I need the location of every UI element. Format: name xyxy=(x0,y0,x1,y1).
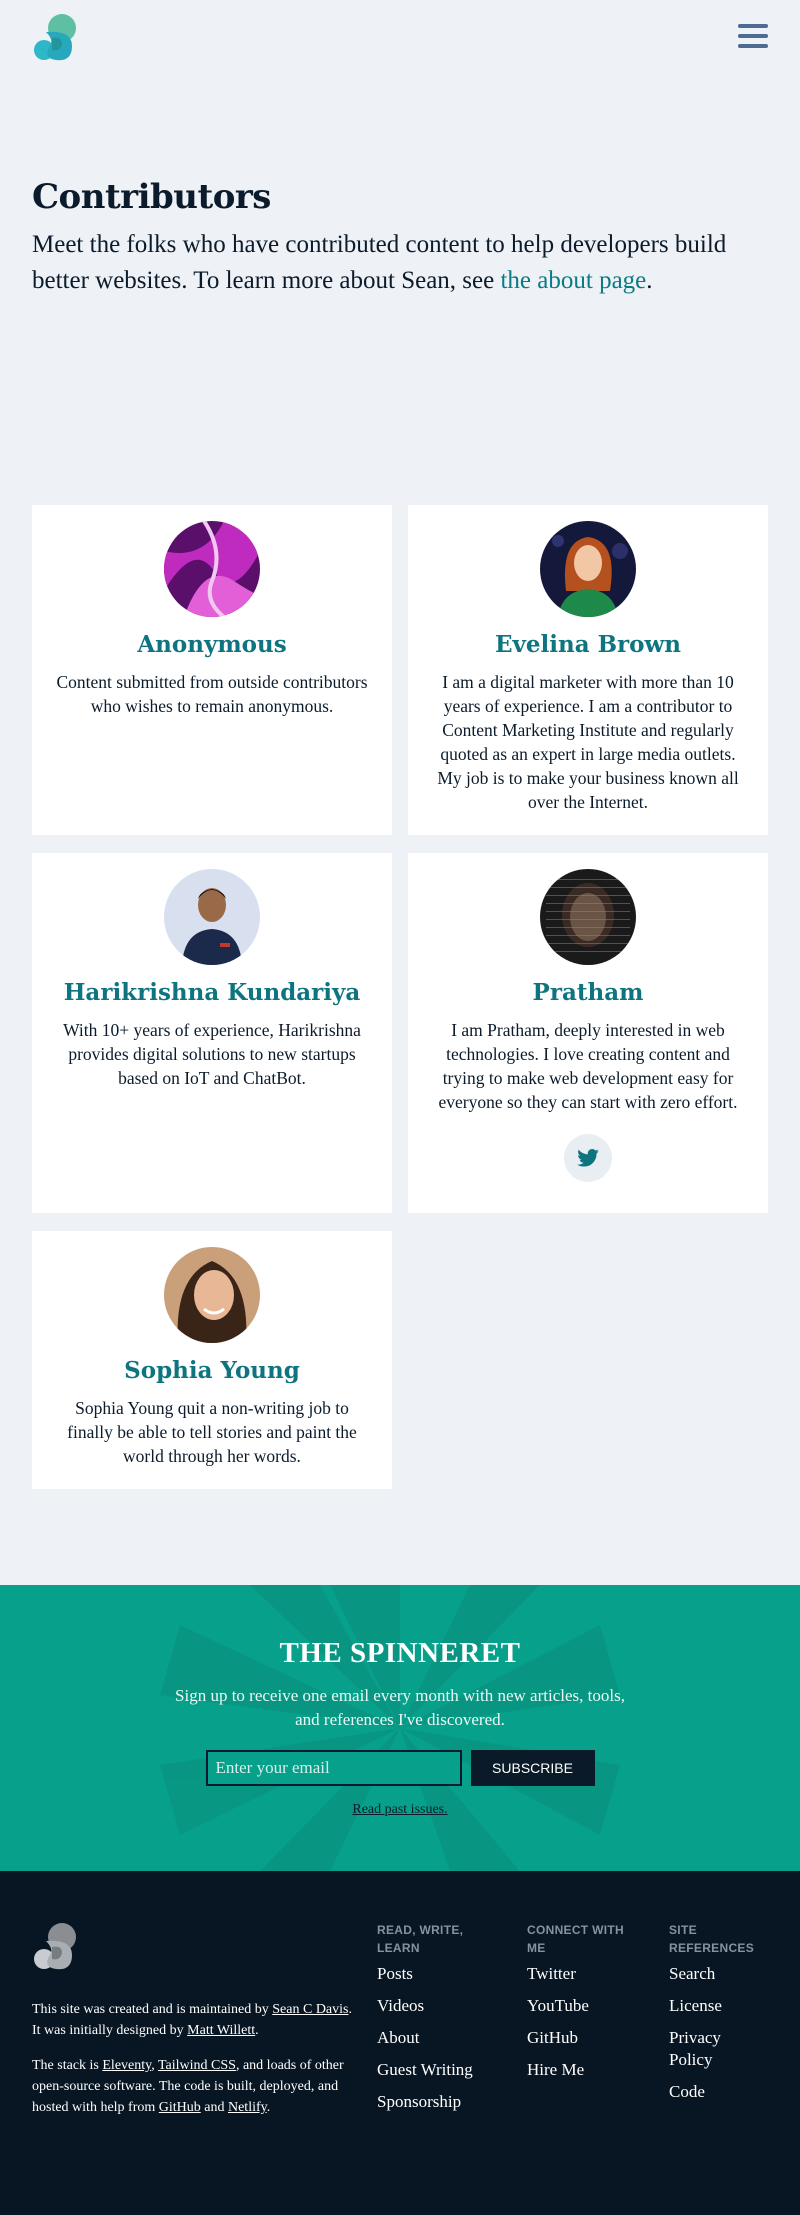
email-input[interactable] xyxy=(205,1750,462,1786)
contributor-name: Evelina Brown xyxy=(494,631,682,658)
footer-link-license[interactable]: License xyxy=(669,1995,749,2017)
tailwind-link[interactable]: Tailwind CSS xyxy=(158,2058,236,2073)
eleventy-link[interactable]: Eleventy xyxy=(102,2058,151,2073)
spinneret-logo-icon[interactable] xyxy=(32,12,80,64)
footer-column-heading: CONNECT WITH ME xyxy=(527,1923,624,1955)
footer-logo-icon[interactable] xyxy=(32,1921,80,1973)
matt-willett-link[interactable]: Matt Willett xyxy=(187,2023,255,2038)
footer-link-youtube[interactable]: YouTube xyxy=(527,1995,627,2017)
footer-stack: The stack is Eleventy, Tailwind CSS, and… xyxy=(32,2058,344,2115)
avatar xyxy=(540,521,636,617)
netlify-link[interactable]: Netlify xyxy=(228,2100,267,2115)
contributor-name: Pratham xyxy=(532,979,644,1006)
footer-column-site-references: SITE REFERENCES Search License Privacy P… xyxy=(669,1921,755,2113)
hamburger-menu-icon[interactable] xyxy=(738,20,768,52)
footer-link-about[interactable]: About xyxy=(377,2027,497,2049)
contributor-bio: Sophia Young quit a non-writing job to f… xyxy=(67,1398,357,1466)
about-page-link[interactable]: the about page xyxy=(500,267,646,294)
contributor-bio: I am a digital marketer with more than 1… xyxy=(437,672,739,812)
footer-link-hire-me[interactable]: Hire Me xyxy=(527,2059,627,2081)
contributor-name: Anonymous xyxy=(137,631,287,658)
contributor-card: Sophia Young Sophia Young quit a non-wri… xyxy=(32,1231,392,1489)
past-issues-link[interactable]: Read past issues. xyxy=(352,1802,447,1818)
avatar xyxy=(540,869,636,965)
footer-about: This site was created and is maintained … xyxy=(32,1999,352,2132)
footer-link-videos[interactable]: Videos xyxy=(377,1995,497,2017)
footer-column-heading: SITE REFERENCES xyxy=(669,1923,755,1955)
avatar xyxy=(164,869,260,965)
sean-davis-link[interactable]: Sean C Davis xyxy=(272,2002,348,2017)
footer-column-heading: READ, WRITE, LEARN xyxy=(377,1923,464,1955)
footer-link-guest-writing[interactable]: Guest Writing xyxy=(377,2059,497,2081)
site-footer: This site was created and is maintained … xyxy=(0,1871,800,2215)
footer-link-sponsorship[interactable]: Sponsorship xyxy=(377,2091,497,2113)
contributor-card: Pratham I am Pratham, deeply interested … xyxy=(408,853,768,1213)
contributors-grid: Anonymous Content submitted from outside… xyxy=(0,505,800,1585)
github-link[interactable]: GitHub xyxy=(159,2100,201,2115)
contributor-name: Sophia Young xyxy=(124,1357,300,1384)
contributor-card: Evelina Brown I am a digital marketer wi… xyxy=(408,505,768,835)
newsletter-title: THE SPINNERET xyxy=(279,1637,521,1669)
footer-link-twitter[interactable]: Twitter xyxy=(527,1963,627,1985)
newsletter-description: Sign up to receive one email every month… xyxy=(175,1686,625,1729)
footer-link-posts[interactable]: Posts xyxy=(377,1963,497,1985)
page-title: Contributors xyxy=(32,177,271,217)
twitter-link[interactable] xyxy=(564,1134,612,1182)
intro-text: Meet the folks who have contributed cont… xyxy=(32,231,727,294)
intro-section: Contributors Meet the folks who have con… xyxy=(0,75,800,505)
footer-column-connect: CONNECT WITH ME Twitter YouTube GitHub H… xyxy=(527,1921,627,2091)
contributor-card: Anonymous Content submitted from outside… xyxy=(32,505,392,835)
footer-credits: This site was created and is maintained … xyxy=(32,2002,352,2038)
subscribe-button[interactable]: SUBSCRIBE xyxy=(470,1750,595,1786)
contributor-bio: I am Pratham, deeply interested in web t… xyxy=(438,1020,738,1112)
footer-link-code[interactable]: Code xyxy=(669,2081,749,2103)
footer-column-read-write-learn: READ, WRITE, LEARN Posts Videos About Gu… xyxy=(377,1921,497,2123)
twitter-icon xyxy=(577,1149,599,1167)
contributor-card: Harikrishna Kundariya With 10+ years of … xyxy=(32,853,392,1213)
newsletter-form: SUBSCRIBE xyxy=(0,1750,800,1786)
avatar xyxy=(164,1247,260,1343)
footer-link-github[interactable]: GitHub xyxy=(527,2027,627,2049)
newsletter-section: THE SPINNERET Sign up to receive one ema… xyxy=(0,1585,800,1871)
contributor-name: Harikrishna Kundariya xyxy=(63,979,361,1006)
contributor-bio: With 10+ years of experience, Harikrishn… xyxy=(63,1020,361,1088)
contributor-bio: Content submitted from outside contribut… xyxy=(56,672,368,716)
avatar xyxy=(164,521,260,617)
footer-link-search[interactable]: Search xyxy=(669,1963,749,1985)
footer-link-privacy-policy[interactable]: Privacy Policy xyxy=(669,2027,749,2071)
site-header xyxy=(0,0,800,75)
